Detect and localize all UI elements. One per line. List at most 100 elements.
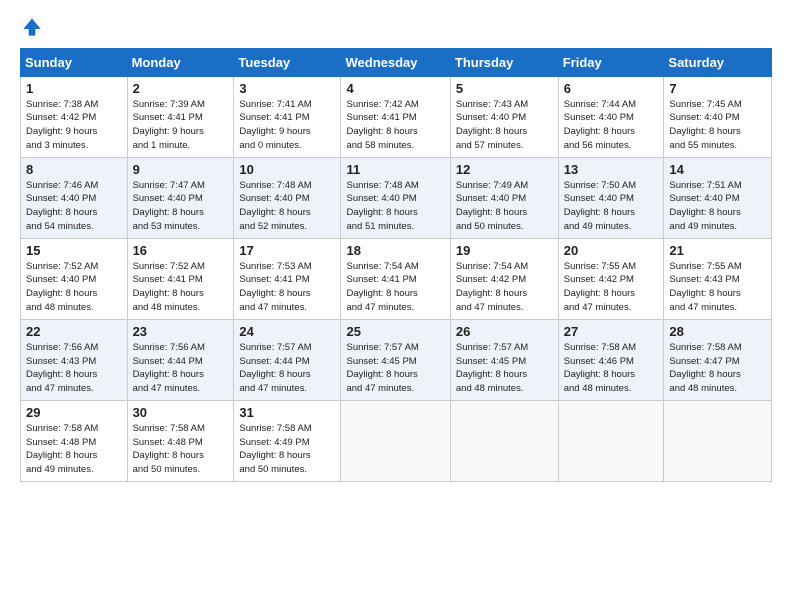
calendar-cell: 15 Sunrise: 7:52 AMSunset: 4:40 PMDayligh… — [21, 238, 128, 319]
day-number: 27 — [564, 324, 659, 339]
calendar-week-3: 15 Sunrise: 7:52 AMSunset: 4:40 PMDayligh… — [21, 238, 772, 319]
calendar-cell: 23Sunrise: 7:56 AMSunset: 4:44 PMDayligh… — [127, 319, 234, 400]
day-info: Sunrise: 7:44 AMSunset: 4:40 PMDaylight:… — [564, 98, 659, 153]
day-number: 8 — [26, 162, 122, 177]
day-number: 19 — [456, 243, 553, 258]
calendar-cell: 27Sunrise: 7:58 AMSunset: 4:46 PMDayligh… — [558, 319, 664, 400]
day-number: 26 — [456, 324, 553, 339]
calendar-cell: 30 Sunrise: 7:58 AMSunset: 4:48 PMDayligh… — [127, 400, 234, 481]
day-info: Sunrise: 7:58 AMSunset: 4:47 PMDaylight:… — [669, 341, 766, 396]
day-number: 28 — [669, 324, 766, 339]
day-number: 21 — [669, 243, 766, 258]
calendar-cell — [450, 400, 558, 481]
day-number: 10 — [239, 162, 335, 177]
calendar-cell: 24 Sunrise: 7:57 AMSunset: 4:44 PMDayligh… — [234, 319, 341, 400]
day-info: Sunrise: 7:52 AMSunset: 4:41 PMDaylight:… — [133, 260, 229, 315]
calendar-cell: 18 Sunrise: 7:54 AMSunset: 4:41 PMDayligh… — [341, 238, 450, 319]
calendar-cell: 5 Sunrise: 7:43 AMSunset: 4:40 PMDaylight… — [450, 76, 558, 157]
weekday-header-row: SundayMondayTuesdayWednesdayThursdayFrid… — [21, 48, 772, 76]
day-number: 24 — [239, 324, 335, 339]
day-info: Sunrise: 7:48 AMSunset: 4:40 PMDaylight:… — [239, 179, 335, 234]
day-number: 3 — [239, 81, 335, 96]
day-number: 6 — [564, 81, 659, 96]
calendar-cell: 8 Sunrise: 7:46 AMSunset: 4:40 PMDaylight… — [21, 157, 128, 238]
day-info: Sunrise: 7:46 AMSunset: 4:40 PMDaylight:… — [26, 179, 122, 234]
calendar-cell: 4Sunrise: 7:42 AMSunset: 4:41 PMDaylight… — [341, 76, 450, 157]
day-info: Sunrise: 7:53 AMSunset: 4:41 PMDaylight:… — [239, 260, 335, 315]
day-info: Sunrise: 7:39 AMSunset: 4:41 PMDaylight:… — [133, 98, 229, 153]
day-info: Sunrise: 7:56 AMSunset: 4:44 PMDaylight:… — [133, 341, 229, 396]
calendar-cell — [341, 400, 450, 481]
calendar-cell: 6 Sunrise: 7:44 AMSunset: 4:40 PMDaylight… — [558, 76, 664, 157]
day-info: Sunrise: 7:52 AMSunset: 4:40 PMDaylight:… — [26, 260, 122, 315]
calendar-cell: 28 Sunrise: 7:58 AMSunset: 4:47 PMDayligh… — [664, 319, 772, 400]
day-info: Sunrise: 7:57 AMSunset: 4:44 PMDaylight:… — [239, 341, 335, 396]
calendar-cell — [558, 400, 664, 481]
calendar-week-5: 29 Sunrise: 7:58 AMSunset: 4:48 PMDayligh… — [21, 400, 772, 481]
day-info: Sunrise: 7:55 AMSunset: 4:43 PMDaylight:… — [669, 260, 766, 315]
day-info: Sunrise: 7:58 AMSunset: 4:49 PMDaylight:… — [239, 422, 335, 477]
day-number: 5 — [456, 81, 553, 96]
day-info: Sunrise: 7:57 AMSunset: 4:45 PMDaylight:… — [456, 341, 553, 396]
calendar-week-2: 8 Sunrise: 7:46 AMSunset: 4:40 PMDaylight… — [21, 157, 772, 238]
calendar-cell: 21 Sunrise: 7:55 AMSunset: 4:43 PMDayligh… — [664, 238, 772, 319]
day-number: 15 — [26, 243, 122, 258]
calendar-cell: 17Sunrise: 7:53 AMSunset: 4:41 PMDayligh… — [234, 238, 341, 319]
calendar-cell: 16 Sunrise: 7:52 AMSunset: 4:41 PMDayligh… — [127, 238, 234, 319]
day-number: 22 — [26, 324, 122, 339]
calendar-cell: 20Sunrise: 7:55 AMSunset: 4:42 PMDayligh… — [558, 238, 664, 319]
day-number: 1 — [26, 81, 122, 96]
day-info: Sunrise: 7:38 AMSunset: 4:42 PMDaylight:… — [26, 98, 122, 153]
day-info: Sunrise: 7:48 AMSunset: 4:40 PMDaylight:… — [346, 179, 444, 234]
weekday-header-tuesday: Tuesday — [234, 48, 341, 76]
weekday-header-saturday: Saturday — [664, 48, 772, 76]
day-number: 29 — [26, 405, 122, 420]
weekday-header-friday: Friday — [558, 48, 664, 76]
calendar-cell: 10 Sunrise: 7:48 AMSunset: 4:40 PMDayligh… — [234, 157, 341, 238]
header — [20, 16, 772, 38]
day-number: 14 — [669, 162, 766, 177]
day-number: 16 — [133, 243, 229, 258]
day-info: Sunrise: 7:42 AMSunset: 4:41 PMDaylight:… — [346, 98, 444, 153]
calendar-cell: 13Sunrise: 7:50 AMSunset: 4:40 PMDayligh… — [558, 157, 664, 238]
day-number: 9 — [133, 162, 229, 177]
weekday-header-monday: Monday — [127, 48, 234, 76]
day-info: Sunrise: 7:49 AMSunset: 4:40 PMDaylight:… — [456, 179, 553, 234]
calendar-cell: 14 Sunrise: 7:51 AMSunset: 4:40 PMDayligh… — [664, 157, 772, 238]
calendar-cell: 7 Sunrise: 7:45 AMSunset: 4:40 PMDaylight… — [664, 76, 772, 157]
day-info: Sunrise: 7:54 AMSunset: 4:41 PMDaylight:… — [346, 260, 444, 315]
day-info: Sunrise: 7:43 AMSunset: 4:40 PMDaylight:… — [456, 98, 553, 153]
day-number: 7 — [669, 81, 766, 96]
calendar-cell: 22Sunrise: 7:56 AMSunset: 4:43 PMDayligh… — [21, 319, 128, 400]
logo-line1 — [20, 16, 42, 38]
day-number: 13 — [564, 162, 659, 177]
calendar: SundayMondayTuesdayWednesdayThursdayFrid… — [20, 48, 772, 482]
page: SundayMondayTuesdayWednesdayThursdayFrid… — [0, 0, 792, 612]
day-number: 31 — [239, 405, 335, 420]
day-info: Sunrise: 7:55 AMSunset: 4:42 PMDaylight:… — [564, 260, 659, 315]
day-info: Sunrise: 7:58 AMSunset: 4:48 PMDaylight:… — [133, 422, 229, 477]
weekday-header-thursday: Thursday — [450, 48, 558, 76]
day-info: Sunrise: 7:47 AMSunset: 4:40 PMDaylight:… — [133, 179, 229, 234]
day-number: 11 — [346, 162, 444, 177]
day-info: Sunrise: 7:41 AMSunset: 4:41 PMDaylight:… — [239, 98, 335, 153]
logo — [20, 16, 42, 38]
day-number: 25 — [346, 324, 444, 339]
day-number: 2 — [133, 81, 229, 96]
calendar-cell — [664, 400, 772, 481]
day-number: 18 — [346, 243, 444, 258]
calendar-cell: 11 Sunrise: 7:48 AMSunset: 4:40 PMDayligh… — [341, 157, 450, 238]
day-info: Sunrise: 7:51 AMSunset: 4:40 PMDaylight:… — [669, 179, 766, 234]
calendar-cell: 2 Sunrise: 7:39 AMSunset: 4:41 PMDaylight… — [127, 76, 234, 157]
weekday-header-wednesday: Wednesday — [341, 48, 450, 76]
calendar-cell: 3 Sunrise: 7:41 AMSunset: 4:41 PMDaylight… — [234, 76, 341, 157]
logo-icon — [22, 17, 42, 37]
day-info: Sunrise: 7:54 AMSunset: 4:42 PMDaylight:… — [456, 260, 553, 315]
calendar-cell: 25Sunrise: 7:57 AMSunset: 4:45 PMDayligh… — [341, 319, 450, 400]
weekday-header-sunday: Sunday — [21, 48, 128, 76]
day-info: Sunrise: 7:45 AMSunset: 4:40 PMDaylight:… — [669, 98, 766, 153]
calendar-week-4: 22Sunrise: 7:56 AMSunset: 4:43 PMDayligh… — [21, 319, 772, 400]
calendar-week-1: 1 Sunrise: 7:38 AMSunset: 4:42 PMDaylight… — [21, 76, 772, 157]
day-number: 30 — [133, 405, 229, 420]
day-number: 12 — [456, 162, 553, 177]
